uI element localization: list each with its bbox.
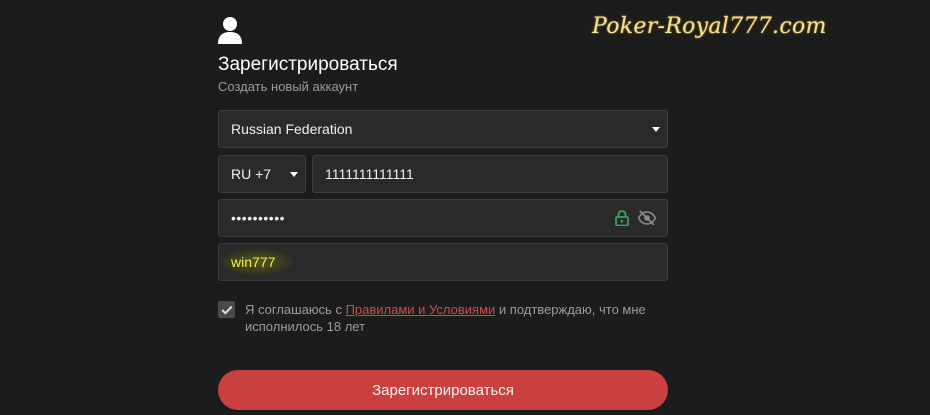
- phone-code-value: RU +7: [231, 166, 272, 182]
- page-title: Зарегистрироваться: [218, 54, 398, 75]
- password-input[interactable]: ••••••••••: [218, 199, 668, 237]
- agree-checkbox[interactable]: [218, 301, 235, 318]
- terms-link[interactable]: Правилами и Условиями: [346, 302, 496, 317]
- user-icon: [218, 17, 242, 44]
- checkmark-icon: [220, 305, 233, 315]
- phone-value: 1111111111111: [325, 166, 414, 182]
- phone-input[interactable]: 1111111111111: [312, 155, 668, 193]
- lock-icon: [615, 210, 629, 226]
- caret-down-icon: [290, 172, 298, 177]
- country-value: Russian Federation: [231, 121, 353, 137]
- eye-slash-icon[interactable]: [637, 210, 657, 226]
- register-button[interactable]: Зарегистрироваться: [218, 370, 668, 410]
- agree-text: Я соглашаюсь с Правилами и Условиями и п…: [245, 301, 670, 335]
- promo-code-input[interactable]: win777: [218, 243, 668, 281]
- agree-text-before: Я соглашаюсь с: [245, 302, 346, 317]
- caret-down-icon: [652, 127, 660, 132]
- watermark: Poker-Royal777.com: [592, 14, 827, 39]
- promo-code-value: win777: [231, 254, 276, 270]
- password-value: ••••••••••: [231, 210, 286, 226]
- phone-code-select[interactable]: RU +7: [218, 155, 306, 193]
- country-select[interactable]: Russian Federation: [218, 110, 668, 148]
- page-subtitle: Создать новый аккаунт: [218, 79, 359, 94]
